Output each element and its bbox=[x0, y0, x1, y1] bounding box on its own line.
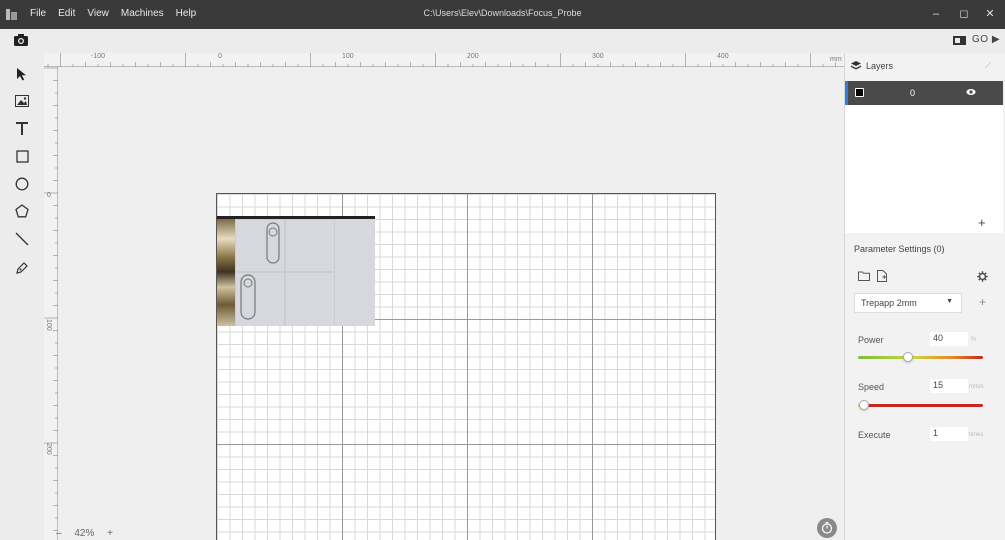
ruler-label: 200 bbox=[467, 53, 479, 60]
imported-image[interactable] bbox=[217, 216, 375, 326]
machine-icon[interactable] bbox=[953, 35, 966, 46]
pen-icon bbox=[16, 262, 28, 274]
speed-slider-knob[interactable] bbox=[859, 400, 870, 410]
grid-major-line bbox=[467, 194, 468, 540]
folder-icon[interactable] bbox=[858, 271, 870, 281]
horizontal-ruler: -100 0 100 200 300 400 mm bbox=[44, 53, 844, 67]
execute-input[interactable]: 1 bbox=[930, 427, 968, 441]
tool-palette bbox=[0, 53, 44, 540]
speed-unit: mm/s bbox=[969, 384, 984, 390]
pointer-icon bbox=[17, 68, 26, 81]
rectangle-icon bbox=[15, 149, 29, 163]
frame-button[interactable] bbox=[817, 518, 837, 538]
speed-slider[interactable] bbox=[858, 400, 983, 410]
ruler-ticks bbox=[44, 67, 58, 531]
go-button[interactable]: GO ▶ bbox=[972, 34, 1000, 45]
layer-color-swatch[interactable] bbox=[855, 88, 864, 97]
zoom-control: – 42% + bbox=[56, 528, 123, 539]
ruler-label: 0 bbox=[47, 192, 51, 199]
text-icon bbox=[16, 122, 28, 135]
pin-icon[interactable]: ⟋ bbox=[985, 60, 991, 71]
preset-value: Trepapp 2mm bbox=[861, 298, 917, 308]
grid-major-line bbox=[592, 194, 593, 540]
select-tool[interactable] bbox=[13, 65, 31, 83]
power-unit: % bbox=[971, 337, 977, 343]
power-input[interactable]: 40 bbox=[930, 332, 968, 346]
title-bar: File Edit View Machines Help C:\Users\El… bbox=[0, 0, 1005, 29]
speed-input[interactable]: 15 bbox=[930, 379, 968, 393]
work-area[interactable] bbox=[216, 193, 716, 540]
layers-title: Layers bbox=[866, 61, 894, 71]
rectangle-tool[interactable] bbox=[13, 147, 31, 165]
gear-icon[interactable] bbox=[977, 271, 988, 282]
ruler-label: 400 bbox=[717, 53, 729, 60]
grid-major-line bbox=[217, 444, 715, 445]
caret-down-icon: ▼ bbox=[946, 298, 953, 305]
ruler-label: 200 bbox=[45, 443, 52, 455]
zoom-level: 42% bbox=[74, 528, 95, 539]
layer-number: 0 bbox=[910, 88, 916, 98]
text-tool[interactable] bbox=[13, 119, 31, 137]
ruler-label: 100 bbox=[45, 319, 52, 331]
design-canvas[interactable] bbox=[58, 67, 844, 540]
layer-row[interactable]: 0 bbox=[845, 81, 1003, 105]
image-icon bbox=[15, 95, 29, 107]
power-label: Power bbox=[858, 335, 884, 345]
preset-dropdown[interactable]: Trepapp 2mm ▼ bbox=[854, 293, 962, 313]
layers-icon bbox=[851, 61, 861, 70]
execute-label: Execute bbox=[858, 430, 891, 440]
layer-list bbox=[845, 105, 1003, 233]
zoom-in-button[interactable]: + bbox=[107, 528, 113, 539]
pentagon-icon bbox=[15, 204, 29, 218]
ellipse-tool[interactable] bbox=[13, 175, 31, 193]
speed-label: Speed bbox=[858, 382, 885, 392]
add-layer-button[interactable]: + bbox=[978, 215, 986, 230]
new-file-icon[interactable] bbox=[877, 270, 887, 282]
vertical-ruler: 0 100 200 bbox=[44, 67, 58, 540]
add-preset-button[interactable]: + bbox=[979, 295, 986, 309]
ruler-label: 300 bbox=[592, 53, 604, 60]
polygon-tool[interactable] bbox=[13, 202, 31, 220]
probe-shapes bbox=[240, 222, 280, 320]
visibility-eye-icon[interactable] bbox=[966, 88, 976, 96]
circle-icon bbox=[15, 177, 29, 191]
camera-icon[interactable] bbox=[14, 34, 28, 46]
top-toolbar: GO ▶ bbox=[0, 29, 1005, 53]
power-slider-knob[interactable] bbox=[903, 352, 913, 362]
ruler-label: 0 bbox=[218, 53, 222, 60]
power-slider[interactable] bbox=[858, 352, 983, 362]
layers-header: Layers ⟋ bbox=[845, 53, 1005, 79]
minimize-button[interactable]: – bbox=[926, 6, 946, 22]
right-panel: Layers ⟋ 0 + Parameter Settings (0) Trep… bbox=[844, 53, 1005, 540]
ruler-unit: mm bbox=[830, 56, 842, 63]
parameter-settings-title: Parameter Settings (0) bbox=[854, 244, 945, 254]
image-tool[interactable] bbox=[13, 92, 31, 110]
close-button[interactable]: ✕ bbox=[980, 6, 1000, 22]
stopwatch-icon bbox=[821, 522, 833, 534]
ruler-label: 100 bbox=[342, 53, 354, 60]
pen-tool[interactable] bbox=[13, 259, 31, 277]
line-icon bbox=[15, 232, 29, 246]
file-path-title: C:\Users\Elev\Downloads\Focus_Probe bbox=[423, 8, 582, 18]
maximize-button[interactable]: ◻ bbox=[954, 6, 974, 22]
execute-unit: times bbox=[969, 432, 984, 438]
ruler-label: -100 bbox=[91, 53, 106, 60]
zoom-out-button[interactable]: – bbox=[56, 528, 62, 539]
line-tool[interactable] bbox=[13, 230, 31, 248]
